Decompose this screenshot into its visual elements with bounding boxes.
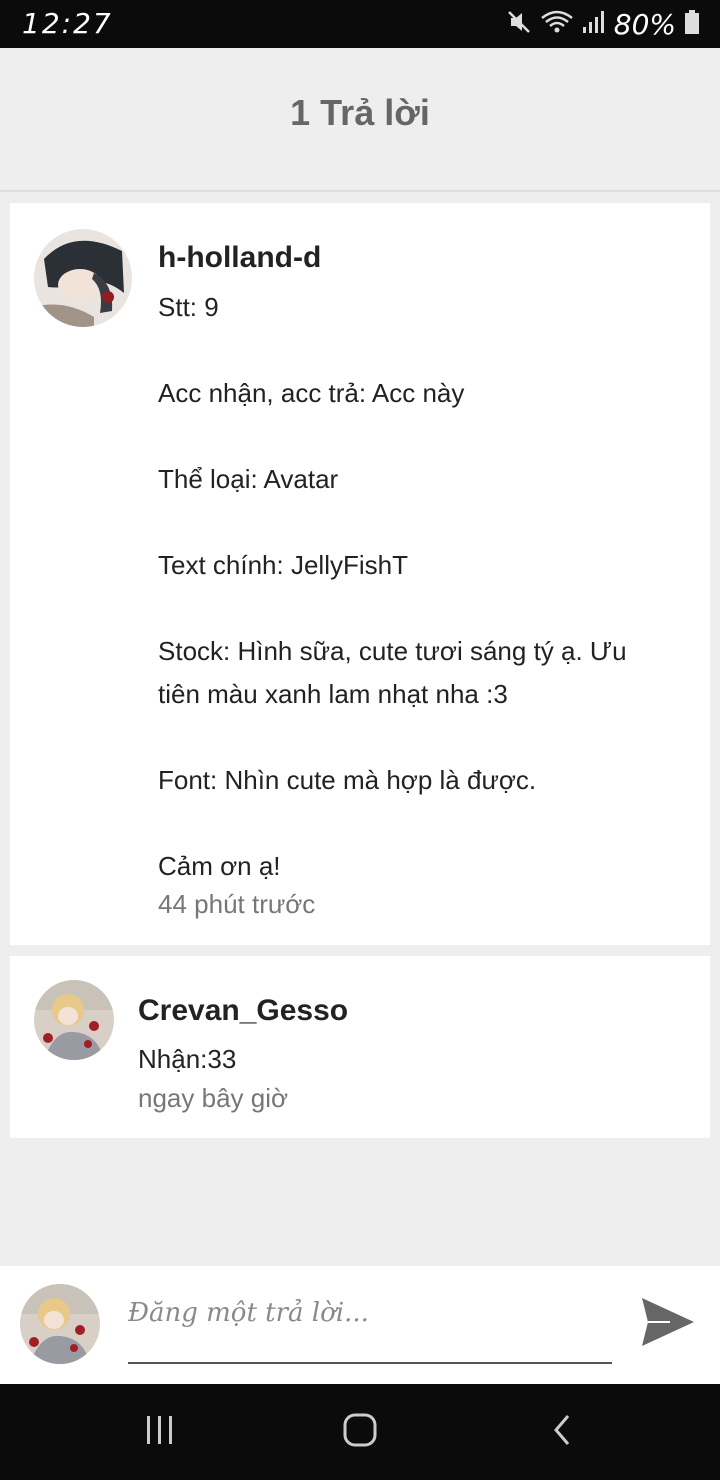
signal-icon — [582, 9, 606, 40]
status-time: 12:27 — [22, 7, 113, 40]
reply-timestamp: ngay bây giờ — [138, 1083, 289, 1113]
post-card: h-holland-d Stt: 9 Acc nhận, acc trả: Ac… — [10, 203, 710, 945]
app-header: 1 Trả lời — [0, 48, 720, 192]
post-line-acc: Acc nhận, acc trả: Acc này — [158, 378, 465, 408]
back-button[interactable] — [532, 1408, 592, 1456]
mute-icon — [506, 9, 532, 40]
recent-apps-button[interactable] — [130, 1408, 190, 1456]
navigation-bar — [0, 1384, 720, 1480]
post-username[interactable]: h-holland-d — [158, 241, 321, 275]
post-line-stock: Stock: Hình sữa, cute tươi sáng tý ạ. Ưu — [158, 636, 627, 666]
status-icons: 80% — [506, 7, 700, 41]
battery-icon — [684, 9, 700, 40]
home-button[interactable] — [330, 1408, 390, 1456]
avatar — [20, 1284, 100, 1364]
post-line-thanks: Cảm ơn ạ! — [158, 851, 281, 881]
send-icon — [640, 1296, 696, 1353]
battery-percent: 80% — [613, 7, 676, 41]
avatar[interactable] — [34, 980, 114, 1060]
input-underline — [128, 1362, 612, 1364]
post-line-text: Text chính: JellyFishT — [158, 550, 408, 580]
post-line-stock-cont: tiên màu xanh lam nhạt nha :3 — [158, 679, 508, 709]
reply-username[interactable]: Crevan_Gesso — [138, 994, 348, 1028]
page-title: 1 Trả lời — [290, 92, 430, 133]
avatar[interactable] — [34, 229, 132, 327]
home-icon — [342, 1412, 378, 1453]
reply-input[interactable] — [128, 1296, 612, 1330]
reply-text: Nhận:33 — [138, 1044, 237, 1074]
post-timestamp: 44 phút trước — [158, 889, 316, 919]
post-line-font: Font: Nhìn cute mà hợp là được. — [158, 765, 537, 795]
wifi-icon — [540, 9, 574, 40]
post-line-stt: Stt: 9 — [158, 292, 219, 322]
recent-apps-icon — [144, 1414, 176, 1451]
reply-card: Crevan_Gesso Nhận:33 ngay bây giờ — [10, 956, 710, 1138]
reply-composer — [0, 1266, 720, 1384]
back-icon — [550, 1413, 574, 1452]
send-button[interactable] — [636, 1292, 700, 1356]
post-line-category: Thể loại: Avatar — [158, 464, 339, 494]
status-bar: 12:27 80% — [0, 0, 720, 48]
